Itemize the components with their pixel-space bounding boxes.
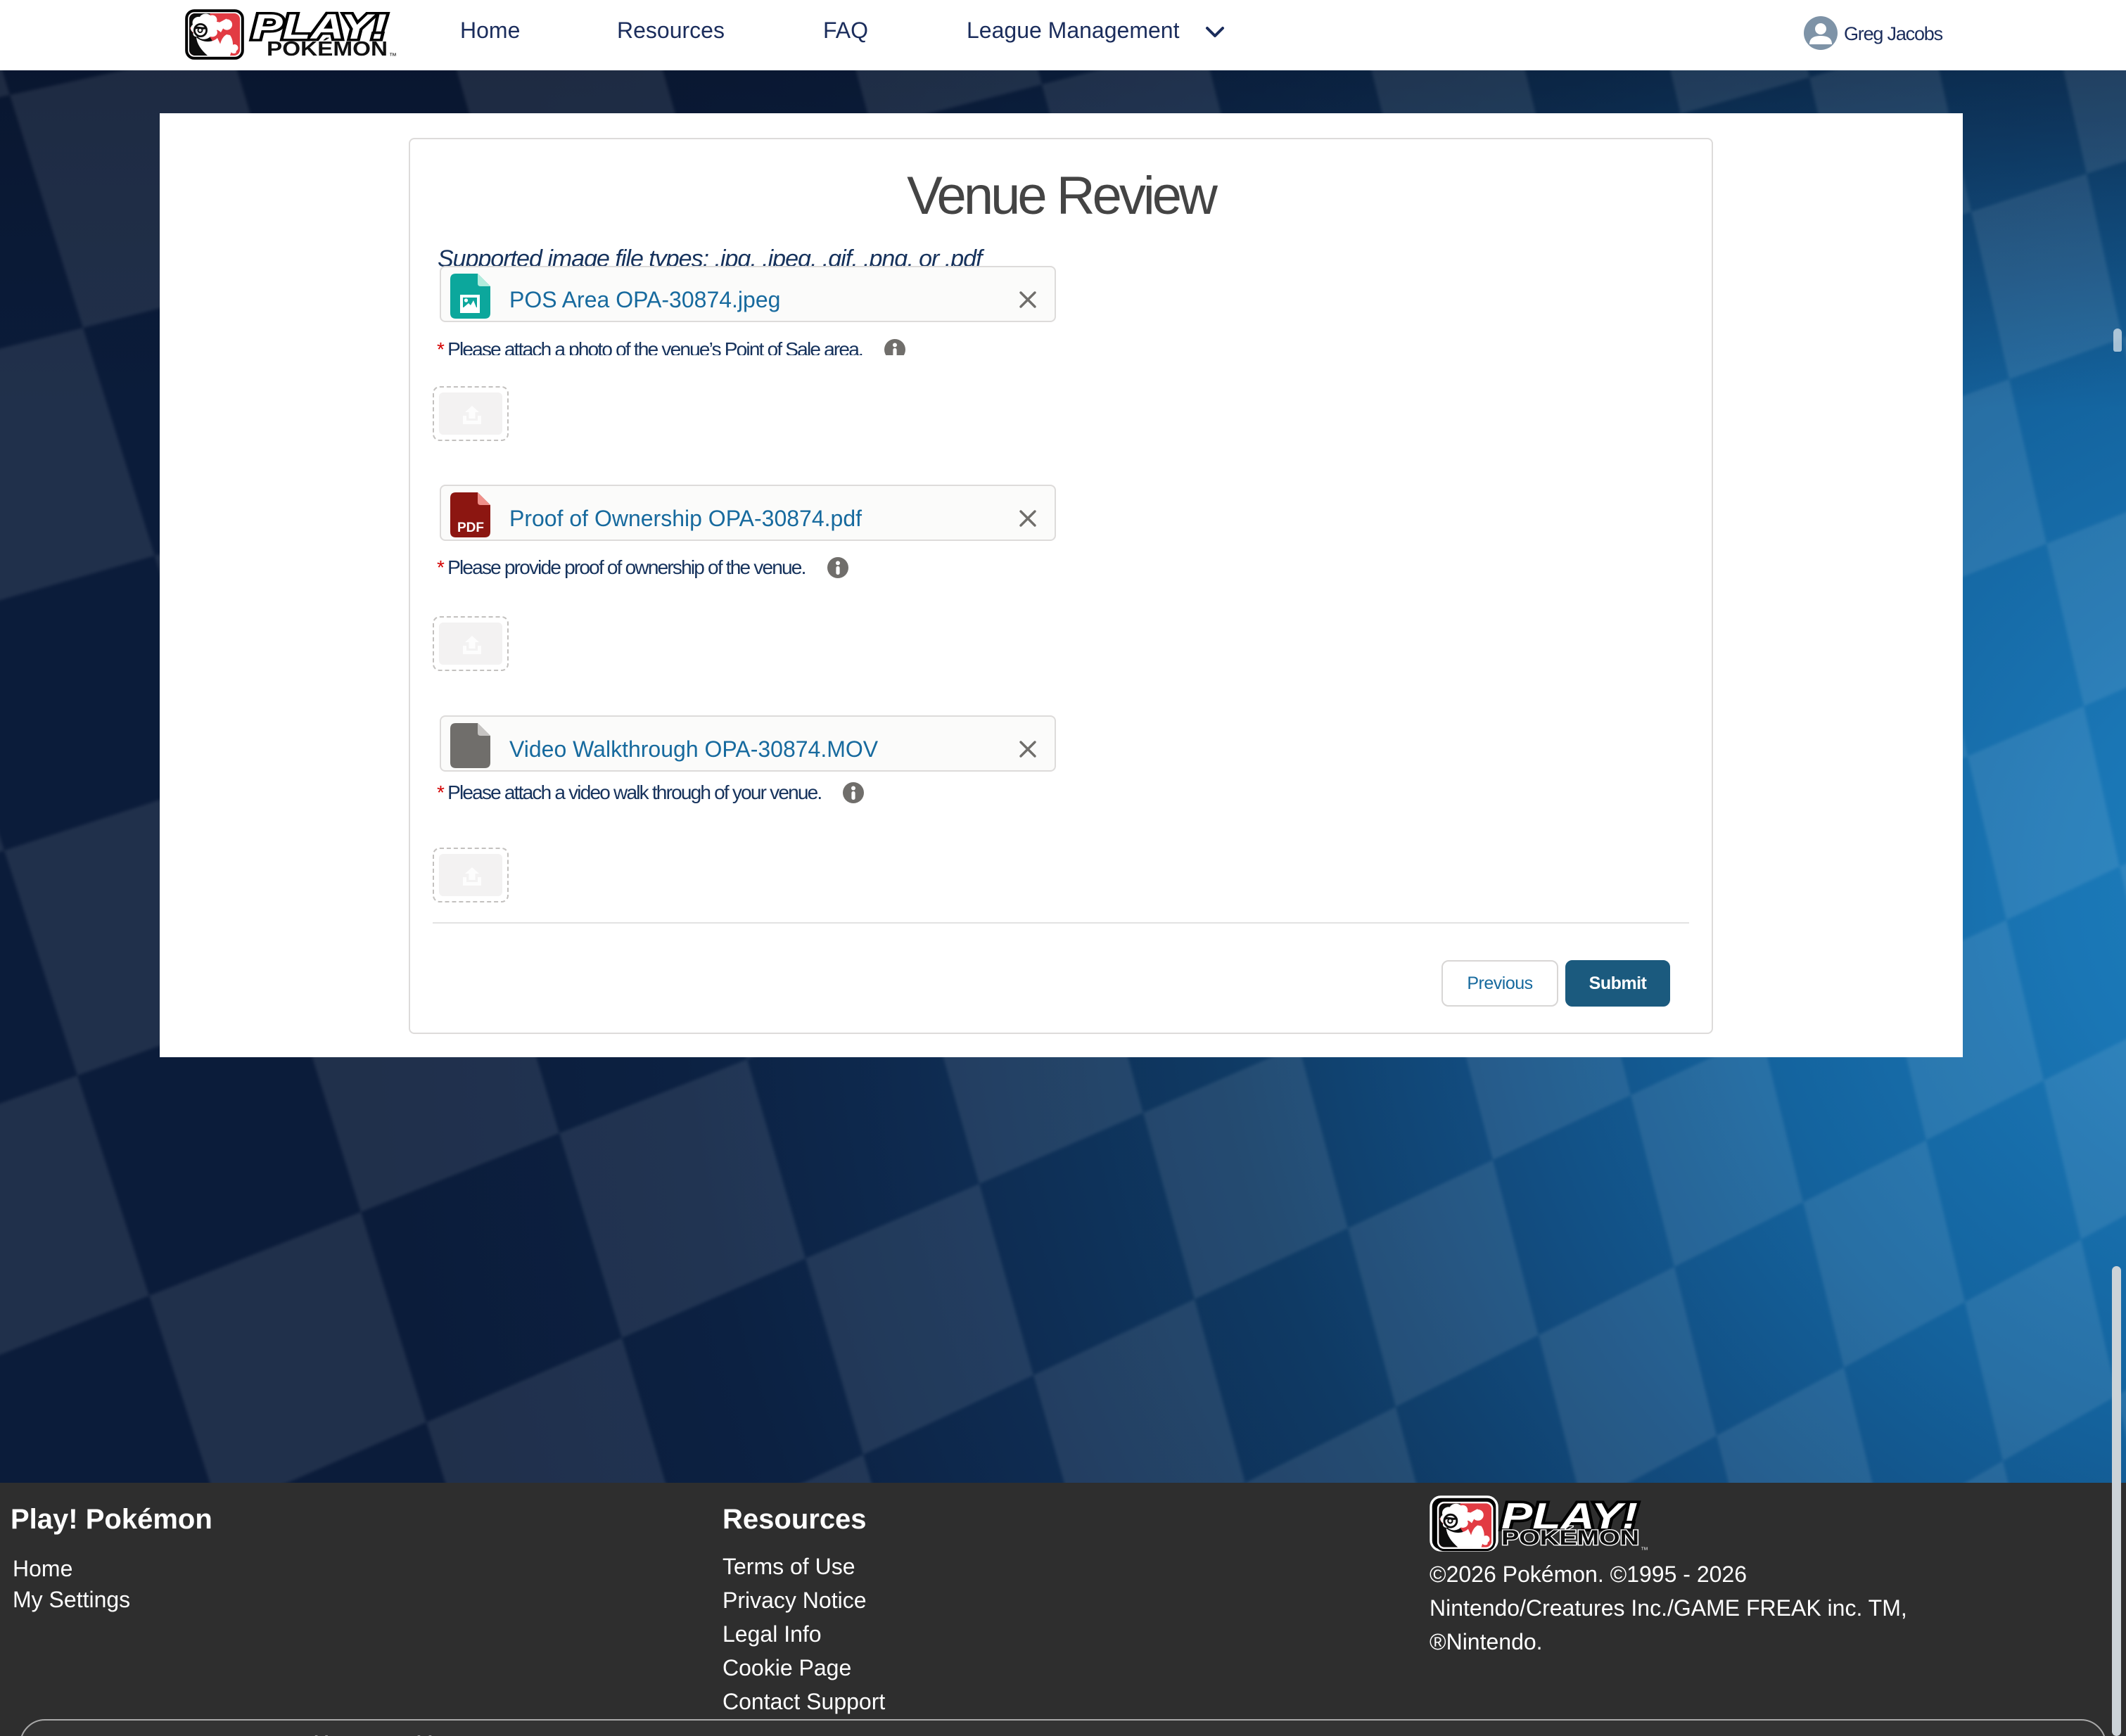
svg-text:POKÉMON: POKÉMON [1501,1526,1639,1550]
svg-text:POKÉMON: POKÉMON [267,37,388,60]
svg-text:™: ™ [389,52,397,60]
svg-text:PDF: PDF [457,521,484,535]
svg-text:™: ™ [1641,1546,1648,1555]
